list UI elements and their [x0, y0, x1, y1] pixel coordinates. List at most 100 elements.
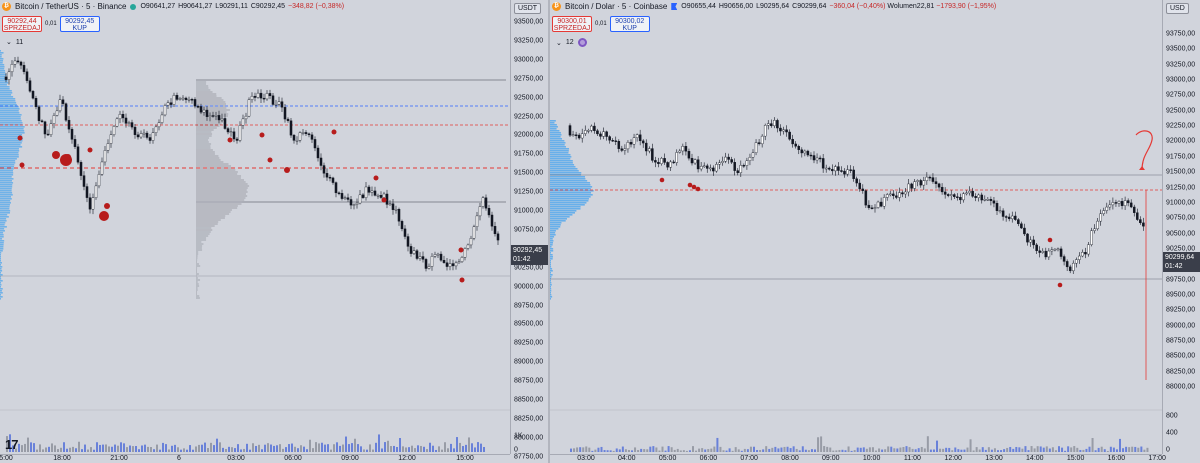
volume-bar — [1137, 447, 1140, 452]
volume-profile-bar — [0, 170, 13, 172]
left-price-axis[interactable]: USDT 93500,00 93250,00 93000,00 92750,00 925… — [510, 0, 548, 460]
volume-bar — [54, 445, 56, 452]
price-tick-label: 89750,00 — [514, 302, 544, 309]
time-tick-label: 05:00 — [658, 455, 677, 462]
candle-down — [794, 143, 797, 147]
volume-bar — [246, 443, 248, 452]
right-symbol-title[interactable]: Bitcoin / Dolar · 5 · Coinbase — [565, 2, 667, 11]
candle-up — [376, 195, 380, 197]
indicator-settings-icon[interactable] — [577, 38, 587, 47]
volume-profile-bar — [550, 260, 551, 262]
volume-profile-bar — [0, 50, 1, 52]
tradingview-logo[interactable]: 17 — [5, 437, 19, 452]
right-time-axis[interactable]: 03:00 04:00 05:00 06:00 07:00 08:00 09:00 10:00… — [550, 454, 1166, 463]
candle-down — [901, 192, 904, 195]
volume-profile-bar — [0, 184, 13, 186]
time-tick-label: 03:00 — [227, 455, 245, 462]
volume-bar — [342, 444, 344, 452]
volume-bar — [1122, 448, 1125, 452]
volume-profile-bar — [0, 234, 4, 236]
candle-down — [934, 181, 938, 185]
buy-price: 90300,02 — [615, 18, 645, 25]
volume-profile-bar — [550, 290, 552, 292]
candle-up — [247, 99, 251, 117]
right-chart-pane[interactable]: ₿ Bitcoin / Dolar · 5 · Coinbase O90655,… — [550, 0, 1200, 463]
volume-profile-bar — [0, 198, 12, 200]
volume-bar — [634, 447, 637, 452]
right-price-chart[interactable] — [550, 0, 1162, 454]
chevron-down-icon[interactable]: ⌄ — [6, 38, 12, 46]
volume-profile-bar — [0, 212, 10, 214]
buy-button[interactable]: 90300,02 KUP — [609, 16, 650, 32]
volume-bar — [966, 447, 969, 452]
chevron-down-icon[interactable]: ⌄ — [556, 39, 562, 47]
left-chart-pane[interactable]: ₿ Bitcoin / TetherUS · 5 · Binance O9064… — [0, 0, 550, 463]
volume-profile-bar — [0, 128, 24, 130]
volume-bar — [69, 447, 71, 452]
volume-bar — [905, 446, 908, 452]
right-price-axis[interactable]: USD 93750,00 93500,00 93250,00 93000,00 9275… — [1162, 0, 1200, 454]
volume-bar — [1058, 446, 1060, 452]
volume-profile-bar — [0, 174, 14, 176]
buy-button[interactable]: 90292,45 KUP — [59, 16, 100, 32]
candle-up — [295, 140, 299, 142]
buy-label: KUP — [72, 25, 87, 32]
volume-bar — [39, 444, 41, 452]
candle-up — [715, 164, 718, 172]
candle-down — [1001, 210, 1005, 217]
volume-scale-label: 400 — [1166, 429, 1178, 437]
candle-up — [1053, 248, 1057, 251]
currency-button[interactable]: USD — [1166, 3, 1189, 14]
volume-bar — [701, 448, 704, 452]
volume-bar — [450, 443, 452, 452]
left-indicators-toggle[interactable]: ⌄ 11 — [6, 38, 23, 47]
ohlc-low: L90295,64 — [756, 3, 790, 10]
candle-down — [644, 142, 648, 152]
volume-profile-bar — [550, 156, 572, 158]
volume-zero-label: 0 — [514, 446, 518, 454]
volume-profile-bar — [0, 252, 2, 254]
volume-bar — [330, 449, 332, 452]
volume-bar — [102, 444, 104, 452]
left-trade-buttons: 90292,44 SPRZEDAJ 0,01 90292,45 KUP — [2, 16, 100, 32]
volume-profile-bar — [0, 84, 7, 86]
candle-down — [919, 180, 923, 186]
volume-bar — [345, 436, 347, 452]
last-price-value: 90292,45 — [513, 247, 543, 254]
left-time-axis[interactable]: 5:00 18:00 21:00 6 03:00 06:00 09:00 12:00 15:00 — [0, 454, 510, 463]
volume-bar — [1106, 450, 1109, 452]
left-symbol-title[interactable]: Bitcoin / TetherUS · 5 · Binance — [15, 2, 126, 11]
volume-bar — [688, 450, 691, 452]
volume-profile-bar — [550, 166, 576, 168]
flag-icon[interactable] — [671, 3, 678, 10]
currency-button[interactable]: USDT — [514, 3, 542, 14]
price-tick-label: 93500,00 — [514, 18, 544, 26]
volume-bar — [1131, 446, 1134, 452]
volume-bar — [591, 450, 594, 452]
candle-down — [1023, 227, 1026, 235]
volume-bar — [84, 444, 86, 452]
sell-button[interactable]: 90292,44 SPRZEDAJ — [2, 16, 42, 32]
volume-bar — [255, 445, 257, 452]
volume-profile-bar — [550, 222, 562, 224]
volume-bar — [908, 447, 911, 452]
candle-down — [88, 197, 92, 210]
volume-bar — [114, 444, 116, 452]
volume-profile-bar — [550, 296, 553, 298]
left-price-chart[interactable] — [0, 0, 510, 454]
candle-up — [370, 190, 374, 193]
volume-bar — [93, 449, 95, 452]
candle-up — [583, 130, 587, 134]
sell-button[interactable]: 90300,01 SPRZEDAJ — [552, 16, 592, 32]
candle-up — [274, 104, 278, 106]
volume-bar — [951, 450, 954, 452]
right-indicators-toggle[interactable]: ⌄ 12 — [556, 38, 587, 47]
volume-bar — [643, 449, 646, 452]
volume-profile-bar — [550, 168, 578, 170]
candle-down — [980, 194, 984, 201]
volume-bar — [731, 450, 734, 452]
candle-up — [475, 215, 479, 227]
volume-bar — [963, 449, 966, 452]
candle-down — [361, 194, 365, 198]
candle-down — [340, 193, 344, 199]
